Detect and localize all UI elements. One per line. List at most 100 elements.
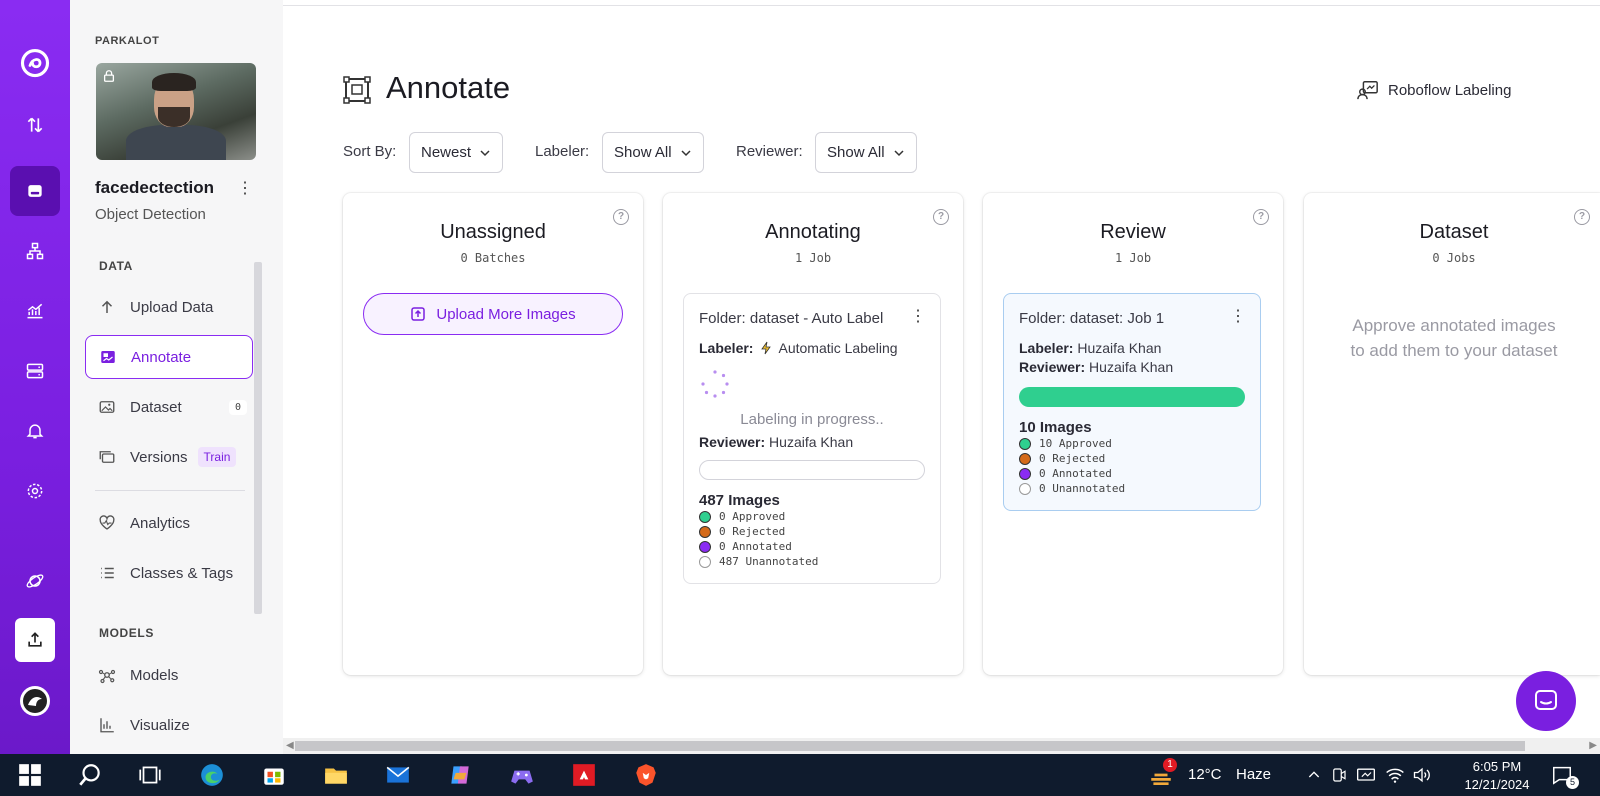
sidebar-item-label: Classes & Tags	[130, 564, 234, 582]
models-section-label: MODELS	[99, 626, 154, 640]
copilot-icon[interactable]	[446, 761, 474, 789]
sidebar-divider	[95, 490, 245, 491]
microsoft-store-icon[interactable]	[260, 761, 288, 789]
upload-more-images-button[interactable]: Upload More Images	[363, 293, 623, 335]
column-title: Unassigned	[440, 221, 546, 243]
search-icon[interactable]	[76, 761, 104, 789]
server-icon[interactable]	[10, 346, 60, 396]
weather-description[interactable]: Haze	[1236, 766, 1271, 783]
column-subtitle: 0 Jobs	[1432, 251, 1476, 265]
sidebar-item-annotate[interactable]: Annotate	[85, 335, 253, 379]
unannotated-dot	[699, 555, 711, 568]
inbox-icon[interactable]	[10, 166, 60, 216]
sidebar-item-versions[interactable]: Versions Train	[85, 435, 253, 479]
sidebar-item-visualize[interactable]: Visualize	[85, 703, 253, 747]
screen-share-icon[interactable]	[1356, 761, 1376, 789]
horizontal-scrollbar[interactable]: ◀ ▶	[283, 738, 1600, 754]
unannotated-dot	[1019, 482, 1031, 495]
sidebar-item-models[interactable]: Models	[85, 653, 253, 697]
scrollbar-thumb[interactable]	[295, 741, 1525, 751]
versions-icon	[98, 448, 116, 466]
progress-bar	[699, 460, 925, 480]
loading-spinner-icon	[701, 370, 729, 398]
dataset-empty-message: Approve annotated images to add them to …	[1350, 316, 1558, 360]
sidebar-item-label: Models	[130, 666, 179, 684]
bell-icon[interactable]	[10, 406, 60, 456]
gear-icon[interactable]	[10, 466, 60, 516]
sidebar-item-classes-tags[interactable]: Classes & Tags	[85, 551, 253, 595]
sidebar-scrollbar[interactable]	[254, 262, 262, 614]
sidebar-item-dataset[interactable]: Dataset 0	[85, 385, 253, 429]
sidebar-item-analytics[interactable]: Analytics	[85, 501, 253, 545]
train-badge[interactable]: Train	[197, 447, 237, 467]
column-subtitle: 1 Job	[794, 251, 832, 265]
reviewer-select[interactable]: Show All	[815, 132, 917, 173]
approved-dot	[1019, 437, 1031, 450]
scroll-right-arrow-icon[interactable]: ▶	[1589, 740, 1597, 751]
chevron-up-icon[interactable]	[1306, 761, 1322, 789]
windows-start-icon[interactable]	[16, 761, 44, 789]
progress-fill	[1019, 387, 1245, 407]
planet-icon[interactable]	[10, 556, 60, 606]
labeler-select[interactable]: Show All	[602, 132, 704, 173]
meet-now-icon[interactable]	[1330, 761, 1348, 789]
job-card-auto-label[interactable]: Folder: dataset - Auto Label ⋮ Labeler: …	[683, 293, 941, 584]
list-icon	[98, 564, 116, 582]
weather-temperature[interactable]: 12°C	[1188, 766, 1222, 783]
wifi-icon[interactable]	[1385, 761, 1405, 789]
project-name: facedectection	[95, 178, 215, 197]
reviewer-value: Huzaifa Khan	[1089, 359, 1174, 375]
job-menu-icon[interactable]: ⋮	[910, 306, 926, 326]
page-title: Annotate	[386, 70, 511, 105]
icon-rail	[0, 0, 70, 754]
stat-approved: 0 Approved	[699, 509, 925, 524]
workspace-name[interactable]: PARKALOT	[95, 35, 159, 47]
sort-by-select[interactable]: Newest	[409, 132, 504, 173]
sidebar-item-upload-data[interactable]: Upload Data	[85, 285, 253, 329]
sidebar-item-label: Analytics	[130, 514, 191, 532]
chat-support-button[interactable]	[1516, 671, 1576, 731]
project-sidebar: PARKALOT facedectection ⋮ Object Detecti…	[70, 0, 283, 754]
game-controller-icon[interactable]	[508, 761, 536, 789]
scroll-left-arrow-icon[interactable]: ◀	[286, 740, 294, 751]
edge-browser-icon[interactable]	[198, 761, 226, 789]
job-card-review[interactable]: Folder: dataset: Job 1 ⋮ Labeler: Huzaif…	[1003, 293, 1261, 511]
project-thumbnail[interactable]	[96, 63, 256, 160]
roboflow-logo-icon[interactable]	[10, 38, 60, 88]
lightning-icon	[761, 341, 772, 355]
reviewer-label: Reviewer:	[736, 143, 803, 160]
stat-label: 0 Rejected	[1039, 452, 1106, 465]
stat-annotated: 0 Annotated	[1019, 466, 1245, 481]
hierarchy-icon[interactable]	[10, 226, 60, 276]
swap-icon[interactable]	[10, 100, 60, 150]
sidebar-item-label: Annotate	[131, 348, 192, 366]
data-section-label: DATA	[99, 259, 133, 273]
annotated-dot	[699, 540, 711, 553]
stat-annotated: 0 Annotated	[699, 539, 925, 554]
reviewer-value: Show All	[827, 144, 885, 161]
system-clock[interactable]: 6:05 PM 12/21/2024	[1462, 758, 1532, 794]
rejected-dot	[699, 525, 711, 538]
brave-browser-icon[interactable]	[632, 761, 660, 789]
bar-chart-icon	[98, 716, 116, 734]
image-count: 487 Images	[699, 492, 780, 509]
heart-pulse-icon	[98, 514, 116, 532]
task-view-icon[interactable]	[136, 761, 164, 789]
upload-icon[interactable]	[15, 618, 55, 662]
chat-icon	[1535, 690, 1557, 710]
arrow-up-icon	[98, 298, 116, 316]
amd-software-icon[interactable]	[570, 761, 598, 789]
stat-approved: 10 Approved	[1019, 436, 1245, 451]
file-explorer-icon[interactable]	[322, 761, 350, 789]
volume-icon[interactable]	[1412, 761, 1432, 789]
roboflow-labeling-link[interactable]: Roboflow Labeling	[1357, 79, 1511, 101]
chevron-down-icon	[480, 149, 490, 156]
mail-icon[interactable]	[384, 761, 412, 789]
trend-chart-icon[interactable]	[10, 286, 60, 336]
clock-time: 6:05 PM	[1472, 759, 1522, 774]
user-avatar-icon[interactable]	[10, 676, 60, 726]
labeling-team-icon	[1357, 81, 1378, 100]
job-menu-icon[interactable]: ⋮	[1230, 306, 1246, 326]
project-menu-icon[interactable]: ⋮	[237, 180, 253, 198]
column-title: Dataset	[1419, 221, 1489, 243]
